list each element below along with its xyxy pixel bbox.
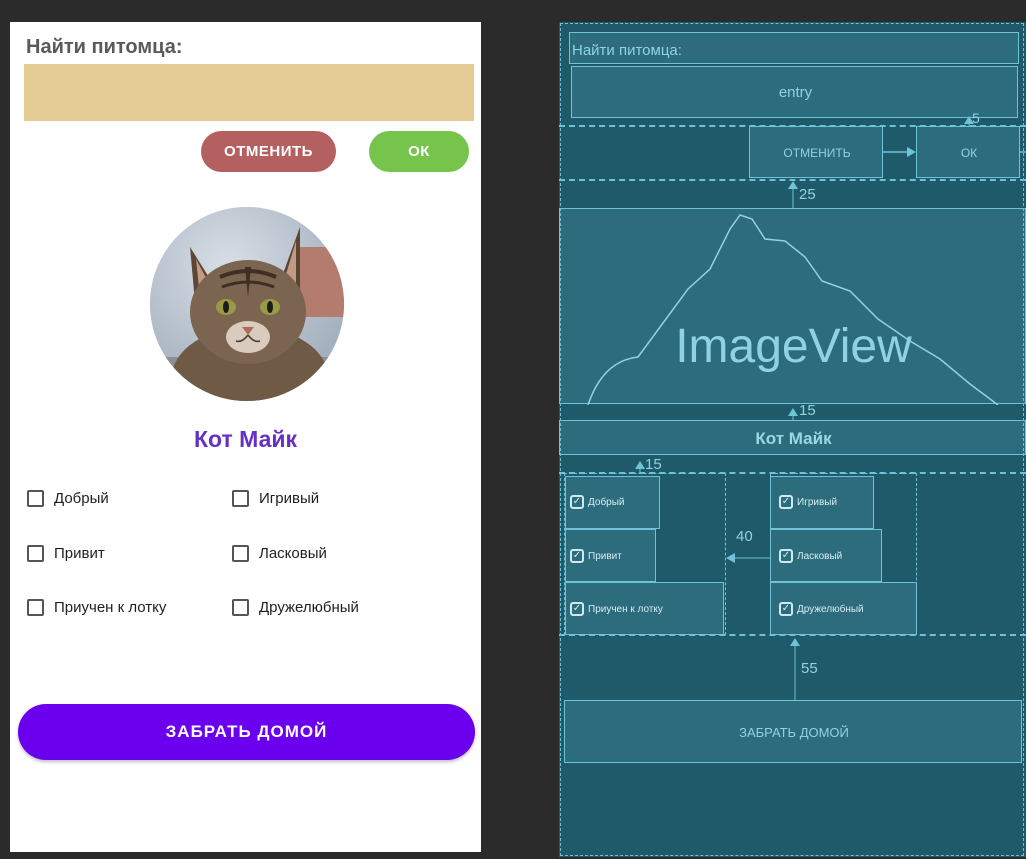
bp-take-home-text: ЗАБРАТЬ ДОМОЙ bbox=[739, 725, 849, 740]
bp-checkbox-label: Дружелюбный bbox=[797, 603, 864, 615]
cancel-button[interactable]: ОТМЕНИТЬ bbox=[201, 131, 336, 172]
pet-name: Кот Майк bbox=[193, 426, 298, 452]
bp-checkbox-label: Приучен к лотку bbox=[588, 603, 663, 615]
checkbox-box[interactable] bbox=[232, 490, 249, 507]
bp-margin-ok-top: 5 bbox=[972, 110, 980, 126]
checkbox-label: Добрый bbox=[54, 490, 109, 507]
cat-image bbox=[150, 207, 344, 401]
checkbox-icon: ✓ bbox=[779, 602, 793, 616]
take-home-button[interactable]: ЗАБРАТЬ ДОМОЙ bbox=[18, 704, 475, 760]
bp-checkbox-friendly[interactable]: ✓ Дружелюбный bbox=[770, 582, 917, 635]
ok-button[interactable]: ОК bbox=[369, 131, 469, 172]
checkbox-box[interactable] bbox=[27, 545, 44, 562]
bp-name-box[interactable]: Кот Майк bbox=[559, 420, 1026, 455]
checkbox-box[interactable] bbox=[232, 599, 249, 616]
checkbox-icon: ✓ bbox=[779, 495, 793, 509]
checkbox-litter-trained[interactable]: Приучен к лотку bbox=[27, 599, 166, 616]
checkbox-icon: ✓ bbox=[570, 495, 584, 509]
checkbox-friendly[interactable]: Дружелюбный bbox=[232, 599, 359, 616]
blueprint-view: Найти питомца: entry ОТМЕНИТЬ ОК 5 25 Im bbox=[559, 22, 1026, 857]
bp-take-home-box[interactable]: ЗАБРАТЬ ДОМОЙ bbox=[564, 700, 1022, 763]
bp-name-text: Кот Майк bbox=[755, 429, 832, 448]
bp-imageview-box[interactable]: ImageView bbox=[559, 208, 1026, 405]
design-preview: Найти питомца: ОТМЕНИТЬ ОК Кот Майк Добр… bbox=[10, 22, 481, 852]
bp-checkbox-label: Игривый bbox=[797, 496, 838, 508]
bp-checkbox-label: Добрый bbox=[588, 496, 625, 508]
bp-checkbox-affectionate[interactable]: ✓ Ласковый bbox=[770, 529, 882, 582]
pet-photo bbox=[150, 207, 344, 401]
search-title: Найти питомца: bbox=[26, 36, 183, 58]
checkbox-label: Привит bbox=[54, 545, 105, 562]
checkbox-box[interactable] bbox=[27, 490, 44, 507]
bp-margin-column-gap: 40 bbox=[736, 528, 753, 545]
checkbox-playful[interactable]: Игривый bbox=[232, 490, 319, 507]
bp-imageview-label: ImageView bbox=[675, 320, 912, 373]
bp-margin-image-top: 25 bbox=[799, 186, 816, 203]
search-entry[interactable] bbox=[24, 64, 474, 121]
checkbox-affectionate[interactable]: Ласковый bbox=[232, 545, 327, 562]
checkbox-vaccinated[interactable]: Привит bbox=[27, 545, 105, 562]
bp-checkbox-vaccinated[interactable]: ✓ Привит bbox=[565, 529, 656, 582]
checkbox-label: Ласковый bbox=[259, 545, 327, 562]
checkbox-icon: ✓ bbox=[779, 549, 793, 563]
bp-margin-name-top: 15 bbox=[799, 402, 816, 419]
checkbox-icon: ✓ bbox=[570, 602, 584, 616]
bp-checkbox-playful[interactable]: ✓ Игривый bbox=[770, 476, 874, 529]
checkbox-label: Игривый bbox=[259, 490, 320, 507]
mountain-placeholder-icon bbox=[587, 214, 999, 405]
bp-checkbox-label: Привит bbox=[588, 550, 622, 562]
bp-checkbox-litter-trained[interactable]: ✓ Приучен к лотку bbox=[565, 582, 724, 635]
bp-margin-checks-top: 15 bbox=[645, 456, 662, 473]
checkbox-icon: ✓ bbox=[570, 549, 584, 563]
checkbox-box[interactable] bbox=[232, 545, 249, 562]
bp-margin-button-top: 55 bbox=[801, 660, 818, 677]
checkbox-kind[interactable]: Добрый bbox=[27, 490, 109, 507]
checkbox-box[interactable] bbox=[27, 599, 44, 616]
checkbox-label: Приучен к лотку bbox=[54, 599, 167, 616]
bp-checkbox-label: Ласковый bbox=[797, 550, 843, 562]
bp-checkbox-kind[interactable]: ✓ Добрый bbox=[565, 476, 660, 529]
checkbox-label: Дружелюбный bbox=[259, 599, 359, 616]
